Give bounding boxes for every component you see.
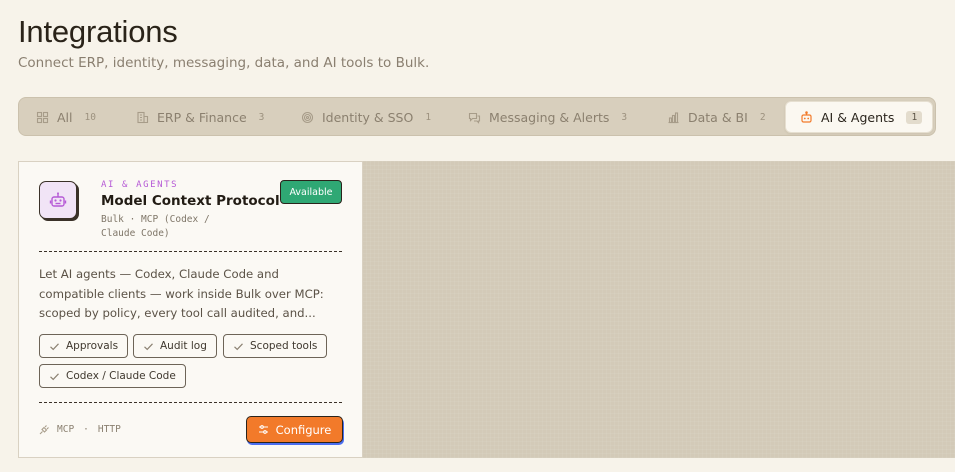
integration-footer: MCP · HTTP (39, 424, 121, 435)
fingerprint-icon (301, 111, 314, 123)
tab-messaging-alerts[interactable]: Messaging & Alerts 3 (468, 101, 627, 133)
integration-meta: Bulk · MCP (Codex / Claude Code) (101, 213, 271, 241)
tab-all[interactable]: All 10 (36, 101, 96, 133)
feature-label: Audit log (160, 340, 207, 352)
robot-icon (801, 110, 812, 123)
feature-label: Codex / Claude Code (66, 370, 176, 382)
integration-card[interactable]: AI & AGENTS Model Context Protocol Bulk … (18, 161, 363, 458)
protocol-label: MCP (57, 424, 75, 435)
divider (39, 251, 342, 252)
page-subtitle: Connect ERP, identity, messaging, data, … (18, 55, 430, 71)
feature-label: Scoped tools (250, 340, 318, 352)
status-badge: Available (280, 180, 342, 204)
page-title: Integrations (18, 14, 178, 49)
tab-label: AI & Agents (821, 109, 895, 125)
integration-logo (39, 181, 77, 219)
tab-erp-finance[interactable]: ERP & Finance 3 (136, 101, 264, 133)
tab-count: 2 (759, 111, 766, 123)
transport-label: HTTP (97, 424, 121, 435)
tab-count: 1 (425, 111, 432, 123)
integration-meta-line: Claude Code) (101, 228, 170, 239)
grid-icon (36, 111, 49, 123)
integration-meta-line: Bulk · MCP (Codex / (101, 214, 210, 225)
check-icon (50, 342, 59, 350)
building-icon (137, 111, 149, 123)
category-tabs: All 10 ERP & Finance 3 Identity & SSO 1 … (18, 97, 936, 136)
integration-category: AI & AGENTS (101, 180, 179, 190)
integration-name: Model Context Protocol (101, 193, 280, 209)
tab-count: 3 (258, 111, 265, 123)
tab-label: All (57, 109, 73, 125)
tab-label: Identity & SSO (322, 109, 414, 125)
integrations-page: Integrations Connect ERP, identity, mess… (0, 0, 955, 472)
check-icon (50, 372, 59, 380)
empty-grid-area (362, 161, 955, 458)
tab-count: 10 (84, 111, 96, 123)
tab-count: 1 (906, 110, 923, 124)
feature-chip: Codex / Claude Code (39, 364, 186, 388)
feature-chip: Scoped tools (223, 334, 328, 358)
tab-label: Messaging & Alerts (489, 109, 610, 125)
sliders-icon (258, 425, 268, 434)
tab-label: ERP & Finance (157, 109, 247, 125)
robot-icon (49, 192, 67, 207)
tab-count: 3 (621, 111, 628, 123)
check-icon (234, 342, 243, 350)
chat-icon (468, 112, 481, 124)
separator: · (83, 424, 89, 435)
configure-button[interactable]: Configure (246, 416, 343, 443)
plug-icon (39, 425, 49, 435)
tab-data-bi[interactable]: Data & BI 2 (667, 101, 766, 133)
divider (39, 402, 342, 403)
tab-label: Data & BI (688, 109, 748, 125)
tab-ai-agents[interactable]: AI & Agents 1 (785, 101, 934, 133)
integration-description: Let AI agents — Codex, Claude Code and c… (39, 267, 324, 320)
feature-chip: Audit log (133, 334, 217, 358)
feature-chip: Approvals (39, 334, 129, 358)
configure-label: Configure (275, 422, 332, 437)
bar-chart-icon (668, 111, 679, 123)
feature-label: Approvals (66, 340, 119, 352)
tab-identity-sso[interactable]: Identity & SSO 1 (301, 101, 431, 133)
check-icon (144, 342, 153, 350)
